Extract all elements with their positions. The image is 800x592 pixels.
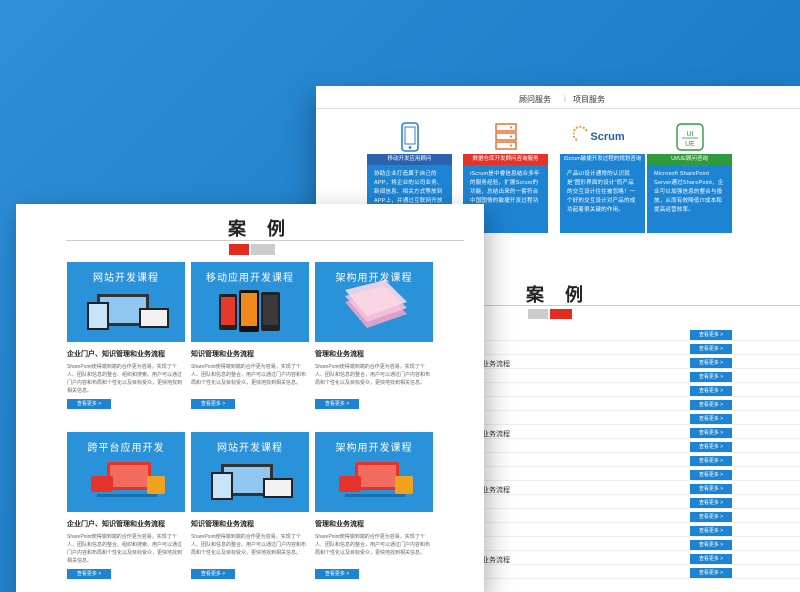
case-image[interactable]: 架构用开发课程 — [315, 432, 433, 512]
view-more-button[interactable]: 查看更多 > — [690, 484, 732, 494]
case-image-title: 架构用开发课程 — [335, 443, 413, 454]
case-heading[interactable]: 知识管理和业务流程 — [191, 349, 254, 359]
back-section-title: 案 例 — [526, 285, 592, 305]
view-more-button[interactable]: 查看更多 > — [690, 358, 732, 368]
case-image-title: 网站开发课程 — [93, 273, 159, 284]
case-image[interactable]: 跨平台应用开发 — [67, 432, 185, 512]
service-caption: iScrum敏捷开发过程的规划咨询 — [560, 154, 645, 165]
view-more-button[interactable]: 查看更多 > — [315, 399, 359, 409]
case-description: SharePoint使得端到端的合作更为容易，实现了个人、团队和信息的整合，用户… — [315, 534, 431, 556]
view-more-button[interactable]: 查看更多 > — [690, 400, 732, 410]
service-tabs: 顾问服务 | 项目服务 — [316, 91, 800, 109]
list-view-icon[interactable] — [251, 244, 275, 255]
case-image[interactable]: 移动应用开发课程 — [191, 262, 309, 342]
view-more-button[interactable]: 查看更多 > — [690, 428, 732, 438]
case-image[interactable]: 网站开发课程 — [67, 262, 185, 342]
view-more-button[interactable]: 查看更多 > — [690, 470, 732, 480]
list-view-icon[interactable] — [550, 309, 572, 319]
case-image-title: 网站开发课程 — [217, 443, 283, 454]
scrum-logo-icon: Scrum — [560, 120, 645, 154]
database-icon — [463, 120, 548, 154]
case-image-title: 移动应用开发课程 — [206, 273, 294, 284]
view-more-button[interactable]: 查看更多 > — [690, 540, 732, 550]
service-card[interactable]: Scrum iScrum敏捷开发过程的规划咨询 产品UI设计通常的认识就是“图形… — [560, 120, 645, 233]
case-row-label: 业务流程 — [482, 361, 510, 368]
front-page: 案 例 网站开发课程 企业门户、知识管理和业务流程 SharePoint使得端到端的… — [16, 204, 484, 592]
view-more-button[interactable]: 查看更多 > — [690, 386, 732, 396]
mobile-phone-icon — [367, 120, 452, 154]
svg-text:UE: UE — [685, 141, 695, 148]
view-more-button[interactable]: 查看更多 > — [315, 569, 359, 579]
service-text: Microsoft SharePoint Server通过SharePoint，… — [647, 165, 732, 233]
case-image-title: 架构用开发课程 — [335, 273, 413, 284]
grid-view-icon[interactable] — [528, 309, 548, 319]
view-more-button[interactable]: 查看更多 > — [690, 442, 732, 452]
service-text: 产品UI设计通常的认识就是“图形界面的设计”而产品的交互设计往往被忽略！一个好的… — [560, 165, 645, 233]
view-more-button[interactable]: 查看更多 > — [690, 456, 732, 466]
grid-view-icon[interactable] — [229, 244, 249, 255]
front-section-title: 案 例 — [228, 219, 294, 239]
tab-consulting[interactable]: 顾问服务 — [519, 94, 551, 105]
view-toggle — [229, 244, 275, 255]
view-more-button[interactable]: 查看更多 > — [690, 498, 732, 508]
case-heading[interactable]: 知识管理和业务流程 — [191, 519, 254, 529]
view-more-button[interactable]: 查看更多 > — [690, 330, 732, 340]
case-row-label: 业务流程 — [482, 431, 510, 438]
view-more-button[interactable]: 查看更多 > — [67, 569, 111, 579]
view-more-button[interactable]: 查看更多 > — [690, 414, 732, 424]
case-heading[interactable]: 企业门户、知识管理和业务流程 — [67, 519, 165, 529]
view-more-button[interactable]: 查看更多 > — [191, 569, 235, 579]
case-description: SharePoint使得端到端的合作更为容易，实现了个人、团队和信息的整合。用户… — [191, 364, 307, 386]
case-heading[interactable]: 管理和业务流程 — [315, 519, 364, 529]
view-more-button[interactable]: 查看更多 > — [690, 344, 732, 354]
case-description: SharePoint使得端到端的合作更为容易，实现了个人、团队和信息的整合、组织… — [67, 364, 183, 394]
view-toggle — [528, 309, 572, 319]
case-image[interactable]: 架构用开发课程 — [315, 262, 433, 342]
service-card[interactable]: UI UE UI/UE顾问咨询 Microsoft SharePoint Serv… — [647, 120, 732, 233]
svg-text:UI: UI — [686, 131, 693, 138]
case-heading[interactable]: 企业门户、知识管理和业务流程 — [67, 349, 165, 359]
case-description: SharePoint使得端到端的合作更为容易，实现了个人、团队和信息的整合。用户… — [191, 534, 307, 556]
case-image-title: 跨平台应用开发 — [87, 443, 165, 454]
tab-project[interactable]: 项目服务 — [573, 94, 605, 105]
ui-ue-icon: UI UE — [647, 120, 732, 154]
case-image[interactable]: 网站开发课程 — [191, 432, 309, 512]
service-caption: 数据仓库开发顾问咨询服务 — [463, 154, 548, 165]
view-more-button[interactable]: 查看更多 > — [191, 399, 235, 409]
view-more-button[interactable]: 查看更多 > — [67, 399, 111, 409]
view-more-button[interactable]: 查看更多 > — [690, 526, 732, 536]
case-description: SharePoint使得端到端的合作更为容易，实现了个人、团队和信息的整合，用户… — [315, 364, 431, 386]
case-heading[interactable]: 管理和业务流程 — [315, 349, 364, 359]
service-caption: UI/UE顾问咨询 — [647, 154, 732, 165]
view-more-button[interactable]: 查看更多 > — [690, 512, 732, 522]
case-row-label: 业务流程 — [482, 557, 510, 564]
view-more-button[interactable]: 查看更多 > — [690, 554, 732, 564]
case-row-label: 业务流程 — [482, 487, 510, 494]
case-description: SharePoint使得端到端的合作更为容易，实现了个人、团队和信息的整合、组织… — [67, 534, 183, 564]
view-more-button[interactable]: 查看更多 > — [690, 568, 732, 578]
view-more-button[interactable]: 查看更多 > — [690, 372, 732, 382]
service-caption: 移动开发应用顾问 — [367, 154, 452, 165]
